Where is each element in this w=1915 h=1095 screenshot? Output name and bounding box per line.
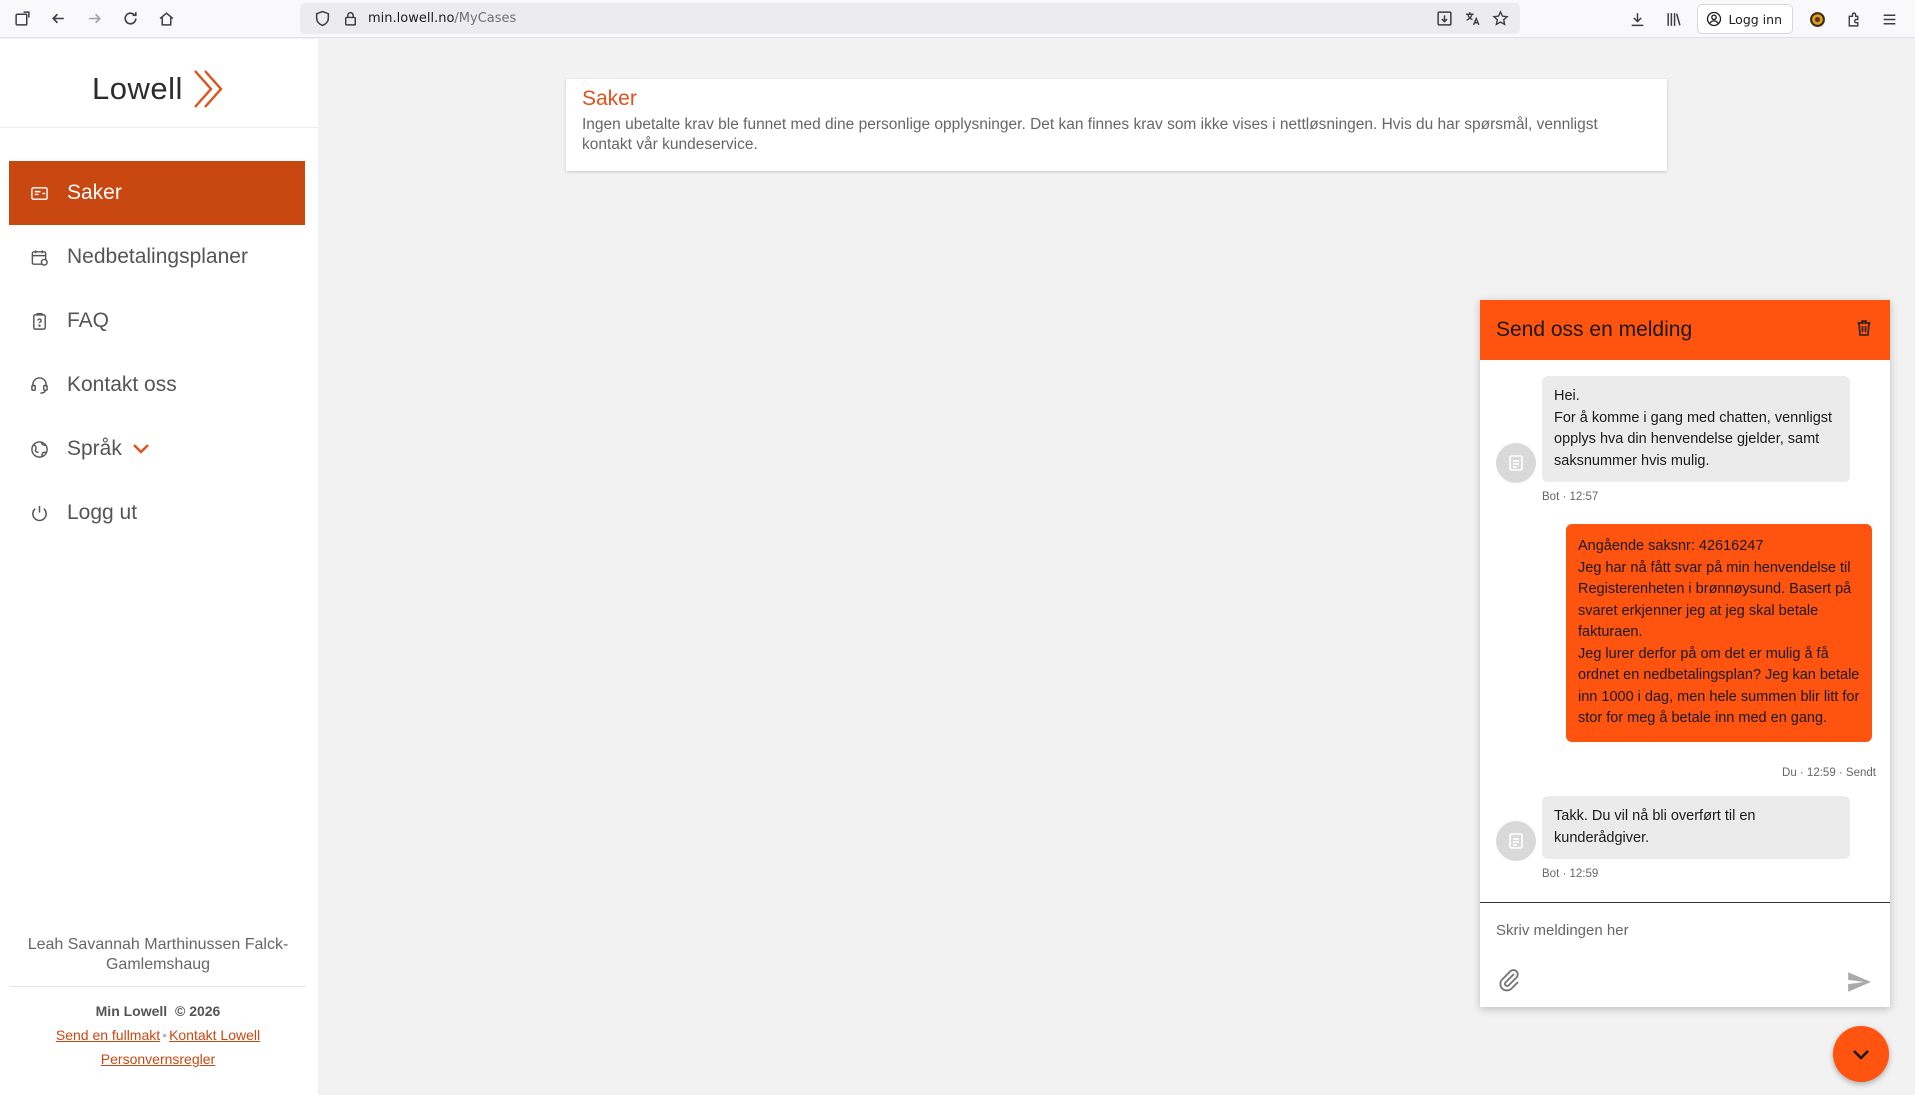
logo-chevrons-icon <box>193 70 223 108</box>
footer-brand: Min Lowell <box>95 1003 168 1019</box>
sidebar-item-label: Kontakt oss <box>67 373 177 396</box>
sidebar-item-saker[interactable]: Saker <box>9 161 305 225</box>
translate-icon[interactable] <box>1458 1 1486 37</box>
chat-message-input[interactable] <box>1496 917 1866 943</box>
downloads-icon[interactable] <box>1619 1 1655 37</box>
sidebar-item-label: FAQ <box>67 309 110 332</box>
lowell-logo[interactable]: Lowell <box>92 59 227 119</box>
privacy-link[interactable]: Personvernsregler <box>101 1051 215 1067</box>
chat-message-bot: Takk. Du vil nå bli overført til en kund… <box>1542 796 1850 859</box>
bookmark-star-icon[interactable] <box>1486 1 1514 37</box>
sidebar-item-label: Språk <box>67 437 122 460</box>
sidebar-item-nedbetalingsplaner[interactable]: Nedbetalingsplaner <box>9 225 305 289</box>
bot-avatar-icon <box>1496 443 1536 483</box>
sidebar-item-kontakt-oss[interactable]: Kontakt oss <box>9 353 305 417</box>
forward-icon[interactable] <box>76 1 112 37</box>
chevron-down-icon[interactable] <box>132 443 150 455</box>
user-name: Leah Savannah Marthinussen Falck-Gamlems… <box>27 936 289 973</box>
extension-avatar-icon[interactable] <box>1799 1 1835 37</box>
sidebar-footer: Min Lowell © 2026 Send en fullmakt • Konta… <box>10 999 306 1071</box>
chat-toggle-button[interactable] <box>1833 1026 1889 1082</box>
login-button[interactable]: Logg inn <box>1697 4 1793 34</box>
message-meta: Bot · 12:59 <box>1542 868 1599 880</box>
chat-composer <box>1480 902 1890 1007</box>
send-icon[interactable] <box>1846 969 1872 993</box>
chat-header: Send oss en melding <box>1480 300 1890 360</box>
chat-widget: Send oss en melding Hei. For å komme i g… <box>1480 300 1890 1007</box>
sidebar: Lowell Saker Nedbetalingsplaner FAQ Kont… <box>0 39 318 1095</box>
power-icon <box>29 503 49 523</box>
cases-card: Saker Ingen ubetalte krav ble funnet med… <box>566 79 1667 171</box>
globe-icon <box>29 439 49 459</box>
logo-divider <box>0 127 318 128</box>
page-title: Saker <box>582 87 637 110</box>
sidebar-divider <box>10 986 306 987</box>
contact-link[interactable]: Kontakt Lowell <box>169 1027 260 1043</box>
login-label: Logg inn <box>1728 11 1782 27</box>
trash-icon[interactable] <box>1854 318 1874 343</box>
back-icon[interactable] <box>40 1 76 37</box>
faq-icon <box>29 311 49 331</box>
menu-icon[interactable] <box>1871 1 1907 37</box>
url-text[interactable]: min.lowell.no/MyCases <box>368 11 516 26</box>
calendar-icon <box>29 247 49 267</box>
reload-icon[interactable] <box>112 1 148 37</box>
chat-message-user: Angående saksnr: 42616247 Jeg har nå fåt… <box>1566 524 1872 742</box>
logo-text: Lowell <box>92 71 183 106</box>
chevron-down-icon <box>1853 1050 1869 1060</box>
no-cases-message: Ingen ubetalte krav ble funnet med dine … <box>582 116 1598 153</box>
bot-avatar-icon <box>1496 821 1536 861</box>
chat-messages: Hei. For å komme i gang med chatten, ven… <box>1480 360 1890 902</box>
headset-icon <box>29 375 49 395</box>
paperclip-icon[interactable] <box>1496 967 1522 993</box>
page-save-icon[interactable] <box>1430 1 1458 37</box>
sidebar-item-label: Saker <box>67 181 122 204</box>
message-meta: Du · 12:59 · Sendt <box>1782 767 1876 779</box>
home-icon[interactable] <box>148 1 184 37</box>
chat-message-bot: Hei. For å komme i gang med chatten, ven… <box>1542 376 1850 482</box>
sidebar-item-sprak[interactable]: Språk <box>9 417 305 481</box>
shield-icon[interactable] <box>308 1 336 37</box>
sidebar-nav: Saker Nedbetalingsplaner FAQ Kontakt oss… <box>9 161 305 545</box>
cases-icon <box>29 183 49 203</box>
account-icon <box>1707 11 1722 27</box>
tab-manager-icon[interactable] <box>4 1 40 37</box>
sidebar-item-logg-ut[interactable]: Logg ut <box>9 481 305 545</box>
message-meta: Bot · 12:57 <box>1542 491 1599 503</box>
chat-title: Send oss en melding <box>1496 318 1693 341</box>
sidebar-item-label: Logg ut <box>67 501 138 524</box>
footer-copyright: © 2026 <box>174 1003 221 1019</box>
sidebar-item-label: Nedbetalingsplaner <box>67 245 248 268</box>
lock-icon[interactable] <box>336 1 364 37</box>
proxy-link[interactable]: Send en fullmakt <box>56 1027 160 1043</box>
browser-toolbar: min.lowell.no/MyCases Logg inn <box>0 0 1915 38</box>
sidebar-item-faq[interactable]: FAQ <box>9 289 305 353</box>
url-path: /MyCases <box>454 11 517 26</box>
footer-separator: • <box>162 1027 168 1043</box>
library-icon[interactable] <box>1655 1 1691 37</box>
extensions-icon[interactable] <box>1835 1 1871 37</box>
url-host: min.lowell.no <box>368 11 455 26</box>
url-bar[interactable]: min.lowell.no/MyCases <box>300 3 1520 34</box>
